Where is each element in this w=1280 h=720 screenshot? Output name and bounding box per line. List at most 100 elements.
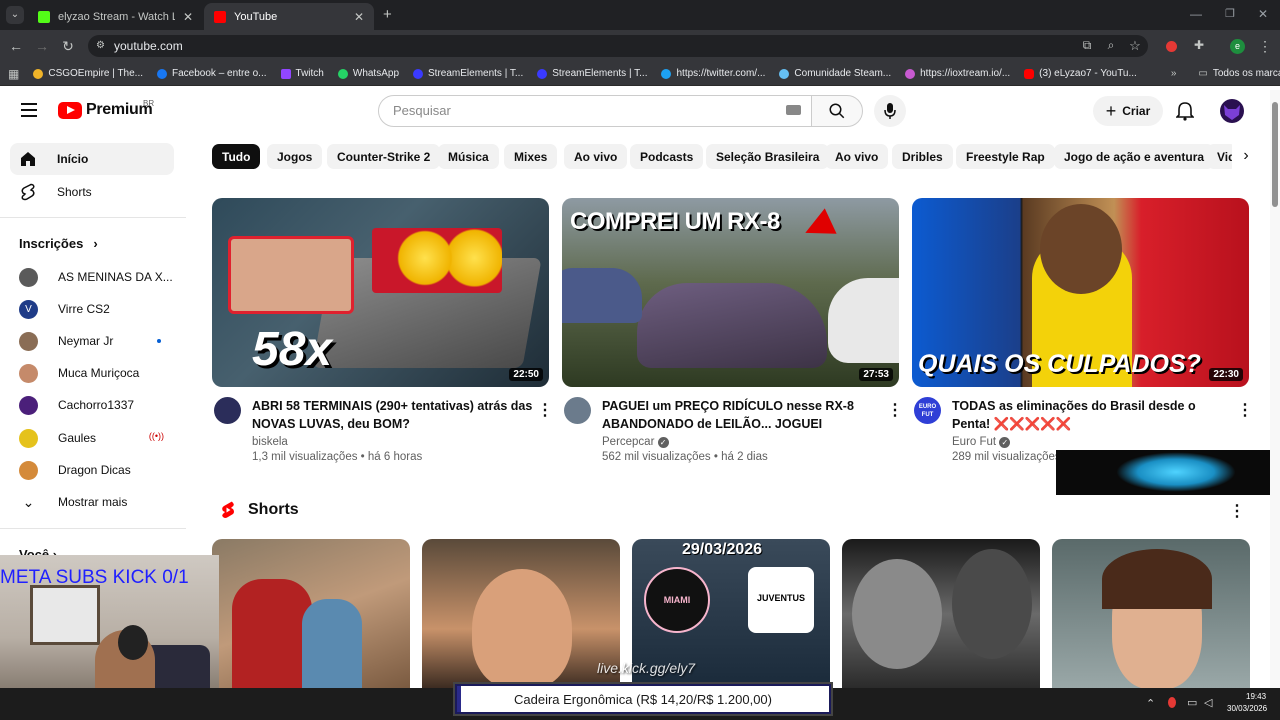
network-icon[interactable]: ▭ (1187, 696, 1197, 709)
menu-kebab-icon[interactable]: ⋮ (1256, 38, 1274, 55)
create-button[interactable]: + Criar (1093, 96, 1163, 126)
video-thumbnail[interactable]: COMPREI UM RX-8 27:53 (562, 198, 899, 387)
video-menu-icon[interactable]: ⋮ (887, 400, 903, 420)
short-thumbnail[interactable] (842, 539, 1040, 689)
volume-icon[interactable]: ◁ (1204, 696, 1212, 709)
chips-next-icon[interactable]: › (1232, 144, 1260, 169)
hamburger-menu-icon[interactable] (21, 103, 37, 117)
bookmark-item[interactable]: Facebook – entre o... (157, 68, 267, 79)
extensions-puzzle-icon[interactable]: ✚ (1190, 38, 1208, 52)
bookmark-item[interactable]: Comunidade Steam... (779, 68, 891, 79)
all-bookmarks-folder[interactable]: ▭Todos os marcadores (1198, 68, 1280, 79)
extension-icon[interactable] (1166, 41, 1177, 52)
close-icon[interactable]: ✕ (183, 10, 193, 24)
short-thumbnail[interactable] (212, 539, 410, 689)
bookmark-item[interactable]: (3) eLyzao7 - YouTu... (1024, 68, 1137, 79)
tray-chevron-up-icon[interactable]: ⌃ (1146, 697, 1155, 710)
video-menu-icon[interactable]: ⋮ (537, 400, 553, 420)
chip[interactable]: Ao vivo (564, 144, 628, 169)
chip[interactable]: Ao vivo (825, 144, 889, 169)
sidebar-item-shorts[interactable]: Shorts (10, 176, 174, 208)
profile-avatar[interactable]: e (1230, 39, 1245, 54)
bookmark-item[interactable]: CSGOEmpire | The... (33, 68, 143, 79)
chip[interactable]: Dribles (892, 144, 953, 169)
sidebar-item-subscription[interactable]: Gaules ((•)) (10, 422, 174, 454)
sidebar-item-subscription[interactable]: Dragon Dicas (10, 454, 174, 486)
chip-all[interactable]: Tudo (212, 144, 261, 169)
chip[interactable]: Counter-Strike 2 (327, 144, 441, 169)
chevron-down-icon: ⌄ (22, 493, 35, 510)
new-tab-icon[interactable]: + (383, 6, 392, 23)
chip[interactable]: Podcasts (630, 144, 704, 169)
bookmark-item[interactable]: https://ioxtream.io/... (905, 68, 1010, 79)
shorts-menu-icon[interactable]: ⋮ (1229, 501, 1245, 521)
subscriptions-heading[interactable]: Inscrições › (19, 236, 98, 251)
shorts-icon (21, 183, 35, 201)
video-menu-icon[interactable]: ⋮ (1237, 400, 1253, 420)
minimize-icon[interactable]: — (1190, 7, 1202, 21)
chip[interactable]: Seleção Brasileira (706, 144, 830, 169)
install-app-icon[interactable]: ⧉ (1078, 38, 1096, 53)
close-window-icon[interactable]: ✕ (1258, 7, 1268, 21)
close-icon[interactable]: ✕ (354, 10, 364, 24)
bookmark-star-icon[interactable]: ☆ (1126, 38, 1144, 54)
bookmarks-overflow-icon[interactable]: » (1171, 68, 1177, 79)
bookmark-item[interactable]: Twitch (280, 68, 324, 79)
short-hair (1102, 549, 1212, 609)
sidebar-show-more[interactable]: ⌄ Mostrar mais (10, 486, 174, 518)
search-input[interactable]: Pesquisar (378, 95, 812, 127)
clock-date[interactable]: 30/03/2026 (1227, 704, 1267, 713)
chip[interactable]: Freestyle Rap (956, 144, 1055, 169)
notifications-bell-icon[interactable] (1175, 101, 1195, 124)
channel-avatar[interactable] (564, 397, 591, 424)
reload-icon[interactable]: ↻ (59, 38, 77, 55)
bookmark-item[interactable]: StreamElements | T... (413, 68, 523, 79)
bookmark-item[interactable]: WhatsApp (337, 68, 399, 79)
youtube-premium-logo[interactable]: Premium (58, 101, 153, 119)
site-info-icon[interactable]: ⚙ (96, 35, 105, 57)
apps-grid-icon[interactable]: ▦ (8, 67, 19, 81)
tab-youtube[interactable]: YouTube ✕ (204, 3, 374, 30)
search-button[interactable] (811, 95, 863, 127)
tab-search-button[interactable]: ⌄ (6, 6, 24, 24)
short-thumbnail[interactable] (422, 539, 620, 689)
tray-app-icon[interactable] (1168, 697, 1176, 708)
channel-avatar: V (19, 299, 38, 319)
voice-search-button[interactable] (874, 95, 906, 127)
video-title[interactable]: TODAS as eliminações do Brasil desde o P… (952, 397, 1234, 433)
chip[interactable]: Música (438, 144, 499, 169)
video-thumbnail[interactable]: 58x 22:50 (212, 198, 549, 387)
video-title[interactable]: ABRI 58 TERMINAIS (290+ tentativas) atrá… (252, 397, 534, 433)
account-avatar[interactable] (1220, 99, 1244, 123)
back-icon[interactable]: ← (7, 38, 25, 54)
tab-kick[interactable]: elyzao Stream - Watch Live on ✕ (28, 3, 203, 30)
clock-time[interactable]: 19:43 (1246, 692, 1266, 701)
keyboard-icon[interactable] (786, 105, 801, 115)
sidebar-item-subscription[interactable]: AS MENINAS DA X... (10, 261, 174, 293)
chip[interactable]: Jogos (267, 144, 323, 169)
channel-avatar[interactable] (214, 397, 241, 424)
whatsapp-icon (337, 68, 348, 79)
scrollbar-thumb[interactable] (1272, 102, 1278, 207)
short-thumbnail[interactable] (1052, 539, 1250, 689)
sidebar-item-subscription[interactable]: Muca Muriçoca (10, 357, 174, 389)
bookmark-item[interactable]: https://twitter.com/... (661, 68, 765, 79)
maximize-icon[interactable]: ❐ (1225, 7, 1235, 20)
sidebar-item-subscription[interactable]: Cachorro1337 (10, 389, 174, 421)
sidebar-item-home[interactable]: Início (10, 143, 174, 175)
video-title[interactable]: PAGUEI um PREÇO RIDÍCULO nesse RX-8 ABAN… (602, 397, 884, 433)
channel-name[interactable]: Euro Fut ✓ (952, 436, 1234, 448)
address-input[interactable]: ⚙ youtube.com (88, 35, 1148, 57)
chip[interactable]: Jogo de ação e aventura (1054, 144, 1215, 169)
page-scrollbar[interactable] (1270, 90, 1280, 688)
channel-avatar[interactable]: EURO FUT (914, 397, 941, 424)
video-thumbnail[interactable]: QUAIS OS CULPADOS? 22:30 (912, 198, 1249, 387)
chip[interactable]: Mixes (504, 144, 558, 169)
sidebar-item-subscription[interactable]: V Virre CS2 (10, 293, 174, 325)
sidebar-item-subscription[interactable]: Neymar Jr (10, 325, 174, 357)
channel-name[interactable]: biskela (252, 436, 534, 448)
bookmark-item[interactable]: StreamElements | T... (537, 68, 647, 79)
forward-icon[interactable]: → (33, 38, 51, 54)
channel-name[interactable]: Percepcar ✓ (602, 436, 884, 448)
zoom-icon[interactable]: ⌕ (1102, 38, 1120, 53)
